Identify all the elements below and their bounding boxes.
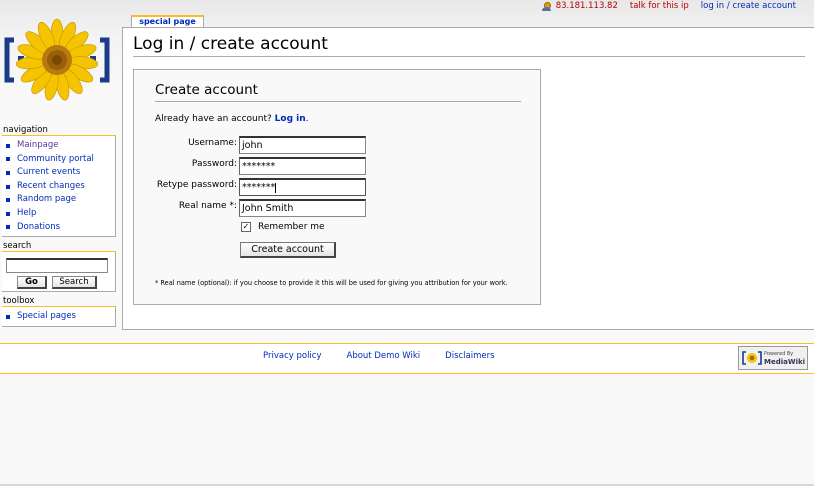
password-input[interactable]: *******: [239, 157, 366, 175]
navigation-title: navigation: [3, 125, 48, 135]
password-row: Password: *******: [134, 157, 542, 175]
user-ip: 83.181.113.82: [555, 1, 618, 11]
username-input[interactable]: john: [239, 136, 366, 154]
username-row: Username: john: [134, 136, 542, 154]
create-account-form: Create account Already have an account? …: [133, 69, 541, 305]
real-name-label: Real name *:: [178, 201, 237, 211]
real-name-row: Real name *: John Smith: [134, 199, 542, 217]
real-name-footnote: * Real name (optional): if you choose to…: [155, 279, 508, 287]
nav-item-community-portal[interactable]: Community portal: [6, 153, 115, 167]
footer-link-disclaimers[interactable]: Disclaimers: [445, 351, 494, 361]
retype-password-row: Retype password: *******: [134, 178, 542, 196]
personal-tools: 83.181.113.82 talk for this ip log in / …: [530, 0, 796, 12]
password-label: Password:: [191, 159, 237, 169]
already-have-account: Already have an account? Log in.: [155, 114, 309, 124]
footer-links: Privacy policy About Demo Wiki Disclaime…: [263, 351, 520, 361]
nav-item-donations[interactable]: Donations: [6, 221, 115, 235]
remember-me-checkbox[interactable]: ✓: [241, 222, 251, 232]
real-name-input[interactable]: John Smith: [239, 199, 366, 217]
retype-password-value: *******: [242, 182, 276, 193]
search-input[interactable]: [6, 258, 108, 273]
remember-me-label: Remember me: [258, 222, 325, 232]
bullet-icon: [6, 184, 10, 189]
username-label: Username:: [188, 138, 237, 148]
create-account-button[interactable]: Create account: [240, 242, 336, 258]
nav-item-current-events[interactable]: Current events: [6, 166, 115, 180]
login-link[interactable]: Log in: [275, 114, 306, 124]
footer: Privacy policy About Demo Wiki Disclaime…: [0, 343, 814, 374]
bullet-icon: [6, 143, 10, 148]
search-portlet: Go Search: [2, 251, 116, 292]
remember-me-row: ✓ Remember me: [241, 222, 325, 232]
bullet-icon: [6, 225, 10, 230]
retype-password-label: Retype password:: [156, 180, 237, 190]
user-icon: [541, 1, 551, 11]
navigation-portlet: Mainpage Community portal Current events…: [2, 135, 116, 237]
search-title: search: [3, 241, 32, 251]
page-title: Log in / create account: [133, 34, 805, 57]
login-create-account-link[interactable]: log in / create account: [701, 1, 796, 11]
bullet-icon: [6, 198, 10, 203]
text-caret: [275, 182, 277, 193]
footer-link-about[interactable]: About Demo Wiki: [347, 351, 421, 361]
bullet-icon: [6, 157, 10, 162]
mediawiki-logo: [742, 351, 762, 365]
toolbox-title: toolbox: [3, 296, 35, 306]
toolbox-item-special-pages[interactable]: Special pages: [6, 310, 115, 324]
powered-by-small: Powered By: [764, 351, 794, 357]
bullet-icon: [6, 211, 10, 216]
personal-user-link[interactable]: 83.181.113.82: [541, 1, 618, 11]
bullet-icon: [6, 314, 10, 319]
talk-link[interactable]: talk for this ip: [630, 1, 689, 11]
bullet-icon: [6, 170, 10, 175]
footer-link-privacy-policy[interactable]: Privacy policy: [263, 351, 322, 361]
retype-password-input[interactable]: *******: [239, 178, 366, 196]
sunflower-petals: [15, 18, 99, 101]
powered-by-text: Powered By MediaWiki: [764, 350, 805, 366]
search-button[interactable]: Search: [52, 276, 97, 289]
nav-item-help[interactable]: Help: [6, 207, 115, 221]
form-heading: Create account: [155, 82, 521, 102]
powered-by-mediawiki-badge[interactable]: Powered By MediaWiki: [738, 346, 808, 370]
content-area: Log in / create account Create account A…: [122, 27, 814, 330]
toolbox-portlet: Special pages: [2, 306, 116, 327]
nav-item-recent-changes[interactable]: Recent changes: [6, 180, 115, 194]
nav-item-random-page[interactable]: Random page: [6, 193, 115, 207]
powered-by-big: MediaWiki: [764, 358, 806, 366]
nav-item-mainpage[interactable]: Mainpage: [6, 139, 115, 153]
go-button[interactable]: Go: [17, 276, 47, 289]
sunflower-logo[interactable]: [2, 18, 114, 102]
